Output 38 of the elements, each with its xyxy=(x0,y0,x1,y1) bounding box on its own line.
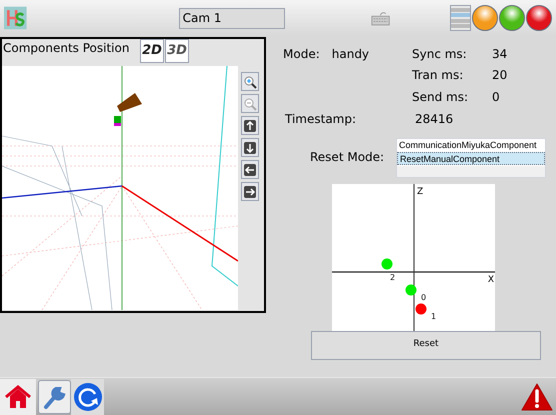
plot-point: 2 xyxy=(381,258,395,282)
reset-mode-list[interactable]: CommunicationMiyukaComponent ResetManualComponent xyxy=(396,138,546,178)
stat-label: Send ms: xyxy=(412,88,470,106)
status-light-button[interactable] xyxy=(499,5,525,31)
home-button[interactable] xyxy=(0,378,36,414)
view-mode-button[interactable]: 3D xyxy=(165,39,189,63)
mode-label: Mode: xyxy=(283,46,320,63)
axis-label: X xyxy=(487,274,494,284)
list-item[interactable]: ResetManualComponent xyxy=(397,152,545,164)
status-light-button[interactable] xyxy=(472,5,498,31)
mode-value: handy xyxy=(332,46,370,63)
timestamp-value: 28416 xyxy=(415,110,454,128)
logo-icon xyxy=(4,5,27,31)
stat-label: Sync ms: xyxy=(412,46,468,63)
arrow-right-icon[interactable] xyxy=(241,182,259,201)
status-light-button[interactable] xyxy=(526,5,552,31)
stat-value: 0 xyxy=(492,88,500,106)
refresh-button[interactable] xyxy=(71,378,104,414)
zoom-in-icon[interactable] xyxy=(241,72,259,91)
timestamp-label: Timestamp: xyxy=(284,110,358,128)
stat-value: 20 xyxy=(492,67,508,84)
panel-title: Components Position xyxy=(2,40,130,57)
settings-button[interactable] xyxy=(38,380,71,414)
camera-field[interactable]: Cam 1 xyxy=(178,8,285,28)
stat-value: 34 xyxy=(492,46,508,63)
reset-button[interactable]: Reset xyxy=(311,330,541,360)
plot-point: 1 xyxy=(415,303,436,320)
view-mode-button[interactable]: 2D xyxy=(140,39,164,63)
arrow-up-icon[interactable] xyxy=(241,116,259,135)
list-item[interactable]: CommunicationMiyukaComponent xyxy=(397,138,545,152)
stat-label: Tran ms: xyxy=(412,67,464,84)
arrow-down-icon[interactable] xyxy=(241,138,259,157)
arrow-left-icon[interactable] xyxy=(241,160,259,179)
axis-label: Z xyxy=(416,186,423,196)
warning-icon[interactable] xyxy=(521,382,553,412)
reset-mode-label: Reset Mode: xyxy=(309,148,386,166)
horizontal-scrollbar[interactable] xyxy=(397,166,545,176)
plot-point: 0 xyxy=(405,284,426,302)
